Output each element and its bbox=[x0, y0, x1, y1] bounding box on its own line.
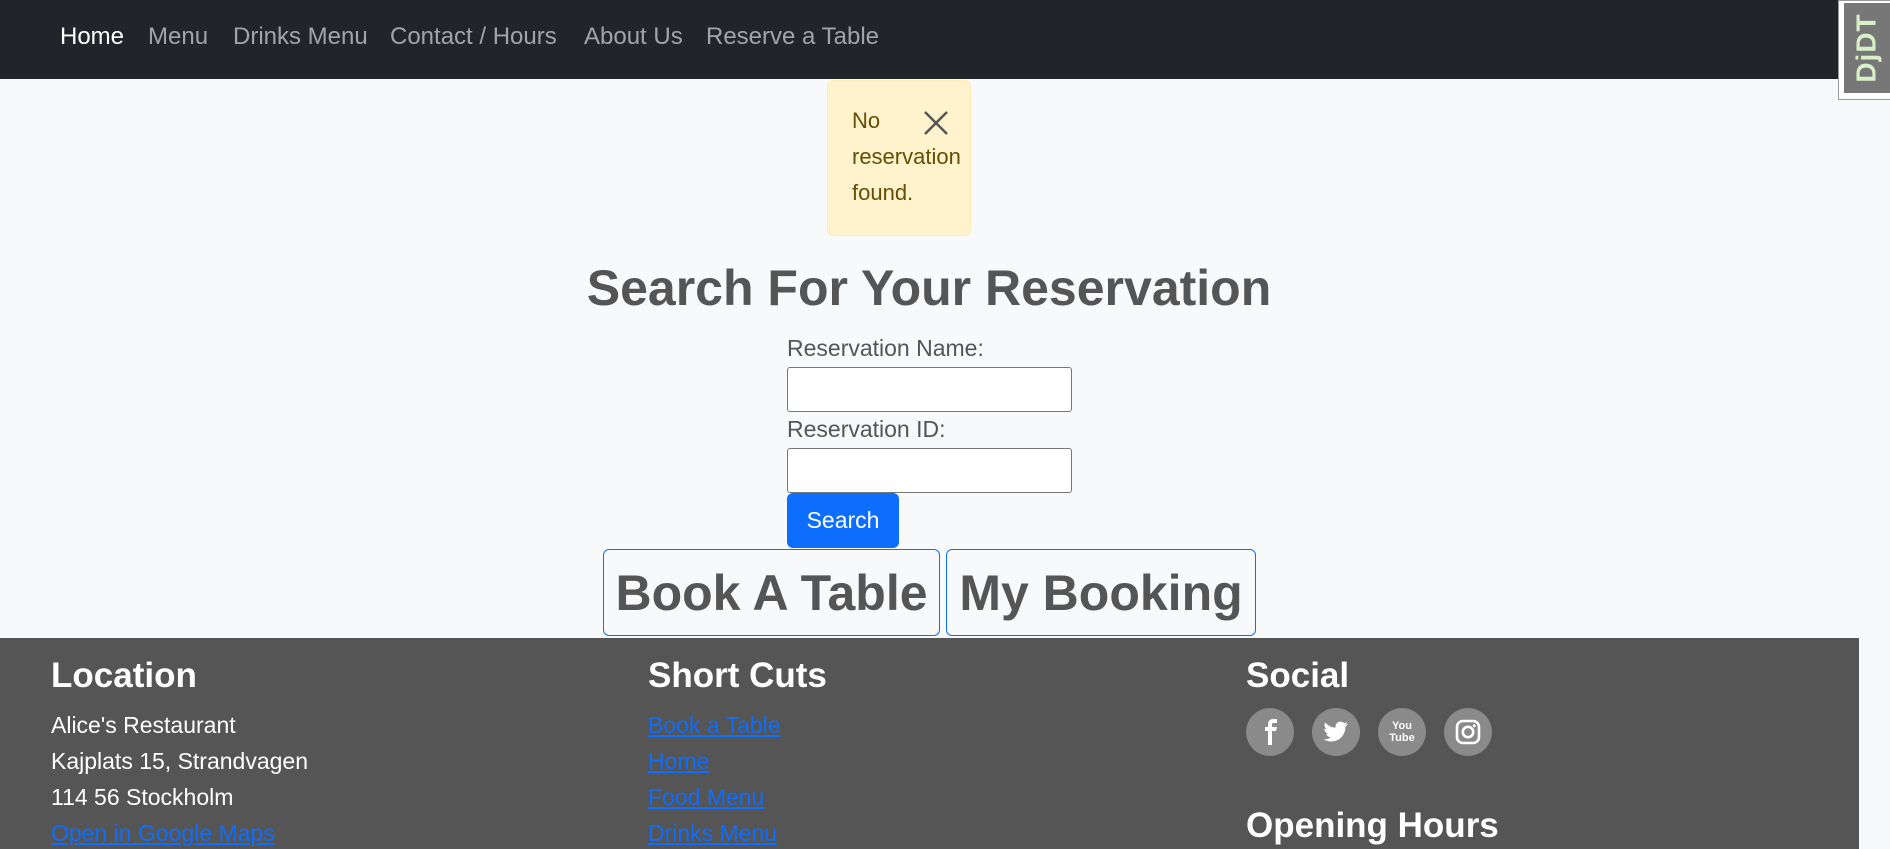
youtube-icon[interactable]: You Tube bbox=[1378, 708, 1426, 756]
location-heading: Location bbox=[51, 656, 197, 695]
navbar: Home Menu Drinks Menu Contact / Hours Ab… bbox=[0, 0, 1890, 100]
address-street: Kajplats 15, Strandvagen bbox=[51, 748, 309, 774]
reservation-id-input[interactable] bbox=[787, 448, 1072, 493]
reservation-name-input[interactable] bbox=[787, 367, 1072, 412]
social-heading: Social bbox=[1246, 656, 1350, 695]
nav-about-us[interactable]: About Us bbox=[584, 23, 683, 51]
shortcut-food-menu[interactable]: Food Menu bbox=[648, 784, 764, 811]
alert-message: No reservation found. bbox=[852, 108, 961, 205]
page-title: Search For Your Reservation bbox=[586, 260, 1272, 316]
shortcut-book-table[interactable]: Book a Table bbox=[648, 712, 781, 739]
nav-reserve-table[interactable]: Reserve a Table bbox=[706, 23, 879, 51]
restaurant-name: Alice's Restaurant bbox=[51, 712, 236, 738]
nav-home[interactable]: Home bbox=[60, 23, 124, 51]
footer: Location Alice's Restaurant Kajplats 15,… bbox=[0, 638, 1859, 849]
opening-hours-heading: Opening Hours bbox=[1246, 806, 1499, 845]
search-button[interactable]: Search bbox=[787, 493, 899, 548]
twitter-icon[interactable] bbox=[1312, 708, 1360, 756]
google-maps-link[interactable]: Open in Google Maps bbox=[51, 820, 275, 847]
shortcuts-heading: Short Cuts bbox=[648, 656, 827, 695]
my-booking-button[interactable]: My Booking bbox=[946, 549, 1256, 636]
reservation-id-label: Reservation ID: bbox=[787, 416, 946, 442]
debug-toolbar-handle[interactable]: DjDT bbox=[1838, 0, 1890, 100]
address-city: 114 56 Stockholm bbox=[51, 784, 234, 810]
nav-menu[interactable]: Menu bbox=[148, 23, 208, 51]
instagram-icon[interactable] bbox=[1444, 708, 1492, 756]
close-icon[interactable] bbox=[922, 109, 950, 137]
reservation-name-label: Reservation Name: bbox=[787, 335, 984, 361]
shortcut-drinks-menu[interactable]: Drinks Menu bbox=[648, 820, 777, 847]
warning-alert: No reservation found. bbox=[827, 80, 971, 236]
book-table-button[interactable]: Book A Table bbox=[603, 549, 940, 636]
nav-drinks-menu[interactable]: Drinks Menu bbox=[233, 23, 368, 51]
debug-toolbar-label: DjDT bbox=[1851, 13, 1883, 83]
shortcut-home[interactable]: Home bbox=[648, 748, 709, 775]
youtube-icon-text: You Tube bbox=[1389, 720, 1415, 744]
nav-contact-hours[interactable]: Contact / Hours bbox=[390, 23, 557, 51]
facebook-icon[interactable] bbox=[1246, 708, 1294, 756]
